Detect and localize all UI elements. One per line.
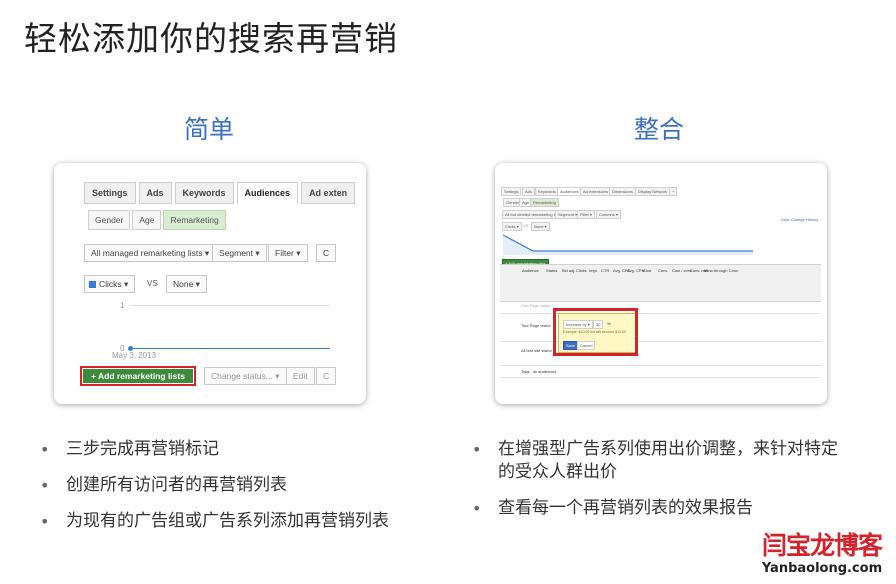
- column-impr[interactable]: Impr.: [589, 268, 598, 273]
- tab-display-network[interactable]: Display Network: [635, 187, 670, 196]
- performance-table-header: Audience Status Bid adj. Clicks Impr. CT…: [500, 264, 821, 302]
- clicks-color-swatch: [89, 281, 96, 288]
- column-view-through-conv[interactable]: View-through Conv.: [704, 268, 739, 273]
- tab-audiences[interactable]: Audiences: [236, 182, 299, 204]
- table-row-cart-page[interactable]: Cart Page visitor: [521, 303, 551, 308]
- bullet-item: 为现有的广告组或广告系列添加再营销列表: [40, 510, 390, 533]
- table-row-total: Total - all audiences: [521, 369, 557, 374]
- bullet-item: 查看每一个再营销列表的效果报告: [472, 497, 857, 520]
- edit-button[interactable]: Edit: [286, 367, 315, 385]
- bullet-list-integrated: 在增强型广告系列使用出价调整，来针对特定的受众人群出价 查看每一个再营销列表的效…: [472, 438, 857, 533]
- tab-keywords[interactable]: Keywords: [535, 187, 559, 196]
- highlight-box: [553, 308, 638, 356]
- bullet-item: 创建所有访问者的再营销列表: [40, 474, 400, 497]
- tab-settings[interactable]: Settings: [501, 187, 522, 196]
- view-change-history-link[interactable]: View Change History: [781, 217, 818, 222]
- metric-clicks-dropdown[interactable]: Clicks ▾: [502, 222, 522, 231]
- column-ctr[interactable]: CTR: [601, 268, 609, 273]
- column-bid-adj[interactable]: Bid adj.: [562, 268, 575, 273]
- chart-date-label: May 3, 2013: [112, 351, 157, 360]
- row-divider: [500, 377, 821, 378]
- chart-line-clicks: [130, 348, 330, 349]
- chart-line: [503, 234, 753, 252]
- tab-settings[interactable]: Settings: [84, 182, 136, 204]
- table-row-tour-page[interactable]: Tour Page visitor: [521, 323, 551, 328]
- screenshot-audiences-integrated: Settings Ads Keywords Audiences Ad exten…: [495, 163, 827, 404]
- screenshot-audiences-simple: Settings Ads Keywords Audiences Ad exten…: [54, 163, 366, 404]
- columns-dropdown[interactable]: C: [316, 244, 337, 262]
- column-audience[interactable]: Audience: [522, 268, 539, 273]
- chart-area: [503, 235, 753, 255]
- segment-dropdown[interactable]: Segment ▾: [212, 244, 267, 262]
- row-divider: [500, 365, 821, 366]
- column-cost[interactable]: Cost: [643, 268, 651, 273]
- tab-ads[interactable]: Ads: [138, 182, 172, 204]
- tab-dimensions[interactable]: Dimensions: [609, 187, 636, 196]
- subtab-age[interactable]: Age: [132, 210, 162, 230]
- tab-ad-extensions[interactable]: Ad extensions: [580, 187, 612, 196]
- metric-none-dropdown[interactable]: None ▾: [531, 222, 550, 231]
- metric-clicks-label: Clicks ▾: [99, 279, 129, 289]
- heading-simple: 简单: [184, 115, 235, 144]
- row-divider: [500, 313, 821, 314]
- subtab-remarketing[interactable]: Remarketing: [530, 198, 559, 207]
- performance-chart: [503, 234, 753, 255]
- columns-dropdown[interactable]: Columns ▾: [596, 210, 621, 219]
- metric-none-dropdown[interactable]: None ▾: [166, 275, 207, 293]
- tab-add[interactable]: +: [669, 187, 678, 196]
- logo-text-cn: 闫宝龙博客: [761, 531, 883, 560]
- tab-ad-extensions[interactable]: Ad exten: [301, 182, 356, 204]
- subtab-gender[interactable]: Gender: [88, 210, 131, 230]
- site-logo: 闫宝龙博客 Yanbaolong.com: [752, 531, 892, 576]
- campaign-tabs: Settings Ads Keywords Audiences Ad exten: [84, 182, 358, 204]
- logo-text-en: Yanbaolong.com: [761, 561, 883, 576]
- column-status[interactable]: Status: [546, 268, 557, 273]
- add-remarketing-lists-button[interactable]: + Add remarketing lists: [80, 366, 196, 386]
- bullet-list-simple: 三步完成再营销标记 创建所有访问者的再营销列表 为现有的广告组或广告系列添加再营…: [40, 438, 400, 546]
- heading-integrated: 整合: [634, 115, 685, 144]
- bullet-item: 三步完成再营销标记: [40, 438, 400, 461]
- metric-clicks-dropdown[interactable]: Clicks ▾: [84, 275, 136, 293]
- axis-label-top: 1: [120, 301, 125, 310]
- column-clicks[interactable]: Clicks: [576, 268, 587, 273]
- column-conv[interactable]: Conv.: [658, 268, 668, 273]
- tab-audiences[interactable]: Audiences: [557, 187, 582, 196]
- subtab-remarketing[interactable]: Remarketing: [163, 210, 226, 230]
- tab-keywords[interactable]: Keywords: [174, 182, 234, 204]
- vs-label: VS: [147, 279, 158, 288]
- more-button[interactable]: C: [316, 367, 337, 385]
- tab-ads[interactable]: Ads: [522, 187, 535, 196]
- remarketing-list-dropdown[interactable]: All managed remarketing lists ▾: [84, 244, 217, 262]
- page-title: 轻松添加你的搜索再营销: [24, 19, 398, 58]
- filter-dropdown[interactable]: Filter ▾: [577, 210, 596, 219]
- table-row-all-test-site[interactable]: All test site visitor: [521, 348, 552, 353]
- row-divider: [500, 341, 821, 342]
- gridline-top: [130, 305, 330, 306]
- change-status-dropdown[interactable]: Change status... ▾: [204, 367, 287, 385]
- vs-label: VS: [523, 223, 529, 228]
- bullet-item: 在增强型广告系列使用出价调整，来针对特定的受众人群出价: [472, 438, 842, 484]
- filter-dropdown[interactable]: Filter ▾: [268, 244, 308, 262]
- audience-subtabs: Gender Age Remarketing: [88, 210, 228, 230]
